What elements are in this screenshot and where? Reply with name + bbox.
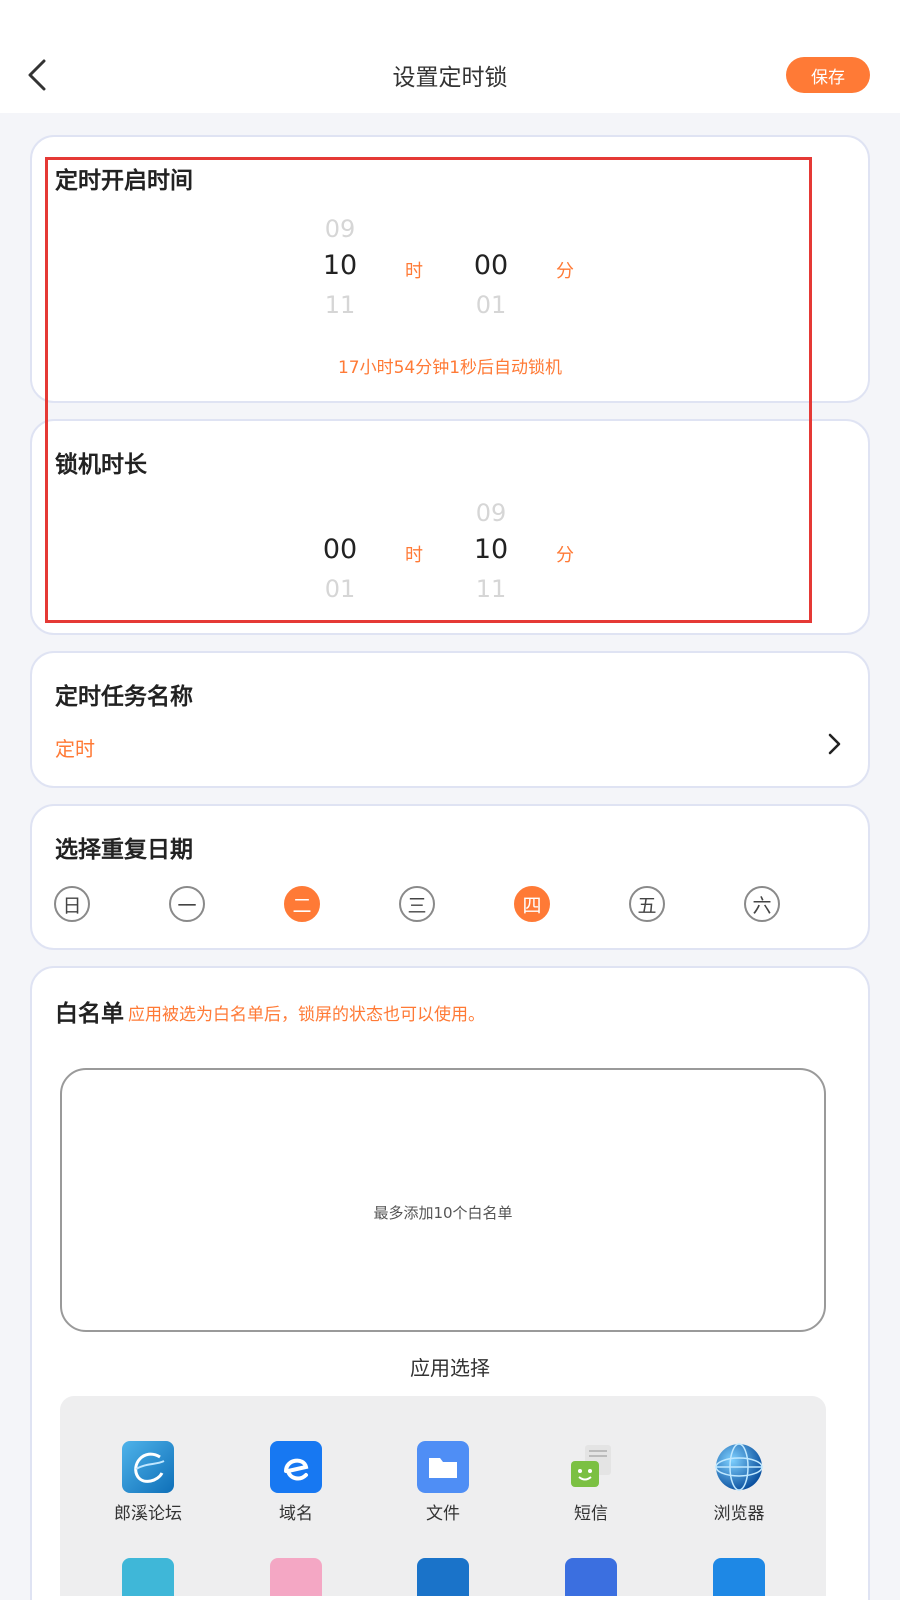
duration-minute-current: 10 xyxy=(473,534,509,565)
countdown-text: 17小时54分钟1秒后自动锁机 xyxy=(337,358,563,378)
weekday-1[interactable]: 一 xyxy=(169,886,205,922)
app-label: 郎溪论坛 xyxy=(114,1504,182,1524)
app-item[interactable]: 郎溪论坛 xyxy=(73,1441,223,1524)
duration-minute-prev: 09 xyxy=(475,499,507,527)
task-name-card[interactable]: 定时任务名称 定时 xyxy=(30,651,870,788)
app-label: 短信 xyxy=(574,1504,608,1524)
chevron-right-icon xyxy=(828,733,841,755)
langxi-forum-icon xyxy=(122,1441,174,1493)
save-button[interactable]: 保存 xyxy=(786,57,870,93)
duration-minute-unit: 分 xyxy=(556,545,574,566)
app-item[interactable]: 文件 xyxy=(368,1441,518,1524)
duration-minute-next: 11 xyxy=(475,575,507,603)
sms-icon xyxy=(571,1445,611,1487)
globe-icon xyxy=(715,1443,763,1491)
app-icon-partial[interactable] xyxy=(270,1558,322,1596)
weekday-5[interactable]: 五 xyxy=(629,886,665,922)
hour-next: 11 xyxy=(324,291,356,319)
start-time-title: 定时开启时间 xyxy=(55,168,193,194)
hour-unit: 时 xyxy=(405,261,423,282)
duration-hour-unit: 时 xyxy=(405,545,423,566)
weekday-0[interactable]: 日 xyxy=(54,886,90,922)
start-time-card: 定时开启时间 09 10 11 时 00 01 分 17小时54分钟1秒后自动锁… xyxy=(30,135,870,403)
weekday-4[interactable]: 四 xyxy=(514,886,550,922)
domain-icon xyxy=(270,1441,322,1493)
duration-hour-next: 01 xyxy=(324,575,356,603)
minute-next: 01 xyxy=(475,291,507,319)
weekday-6[interactable]: 六 xyxy=(744,886,780,922)
hour-prev: 09 xyxy=(324,215,356,243)
hour-current: 10 xyxy=(322,250,358,281)
top-bar: 设置定时锁 保存 xyxy=(0,0,900,113)
repeat-days-title: 选择重复日期 xyxy=(55,837,193,863)
app-label: 浏览器 xyxy=(713,1504,765,1524)
task-name-value: 定时 xyxy=(55,737,95,761)
app-icon-partial[interactable] xyxy=(565,1558,617,1596)
whitelist-title: 白名单 xyxy=(55,1001,124,1027)
page-title: 设置定时锁 xyxy=(392,65,508,91)
app-item[interactable]: 域名 xyxy=(221,1441,371,1524)
app-icon-partial[interactable] xyxy=(713,1558,765,1596)
whitelist-empty-text: 最多添加10个白名单 xyxy=(373,1204,513,1222)
whitelist-slots: 最多添加10个白名单 xyxy=(60,1068,826,1332)
app-label: 域名 xyxy=(279,1504,313,1524)
task-name-title: 定时任务名称 xyxy=(55,684,193,710)
weekday-2[interactable]: 二 xyxy=(284,886,320,922)
folder-icon xyxy=(417,1441,469,1493)
app-item[interactable]: 浏览器 xyxy=(664,1441,814,1524)
app-item[interactable]: 短信 xyxy=(516,1441,666,1524)
lock-duration-title: 锁机时长 xyxy=(55,452,147,478)
whitelist-hint: 应用被选为白名单后，锁屏的状态也可以使用。 xyxy=(128,1005,485,1025)
duration-hour-current: 00 xyxy=(322,534,358,565)
weekday-3[interactable]: 三 xyxy=(399,886,435,922)
app-icon-partial[interactable] xyxy=(122,1558,174,1596)
minute-unit: 分 xyxy=(556,261,574,282)
app-label: 文件 xyxy=(426,1504,460,1524)
app-icon-partial[interactable] xyxy=(417,1558,469,1596)
lock-duration-card: 锁机时长 00 01 时 09 10 11 分 xyxy=(30,419,870,635)
whitelist-card: 白名单 应用被选为白名单后，锁屏的状态也可以使用。 最多添加10个白名单 应用选… xyxy=(30,966,870,1600)
repeat-days-card: 选择重复日期 日 一 二 三 四 五 六 xyxy=(30,804,870,950)
app-select-label: 应用选择 xyxy=(410,1356,490,1380)
app-grid: 郎溪论坛 域名 文件 短信 浏览器 xyxy=(60,1396,826,1596)
minute-current: 00 xyxy=(473,250,509,281)
